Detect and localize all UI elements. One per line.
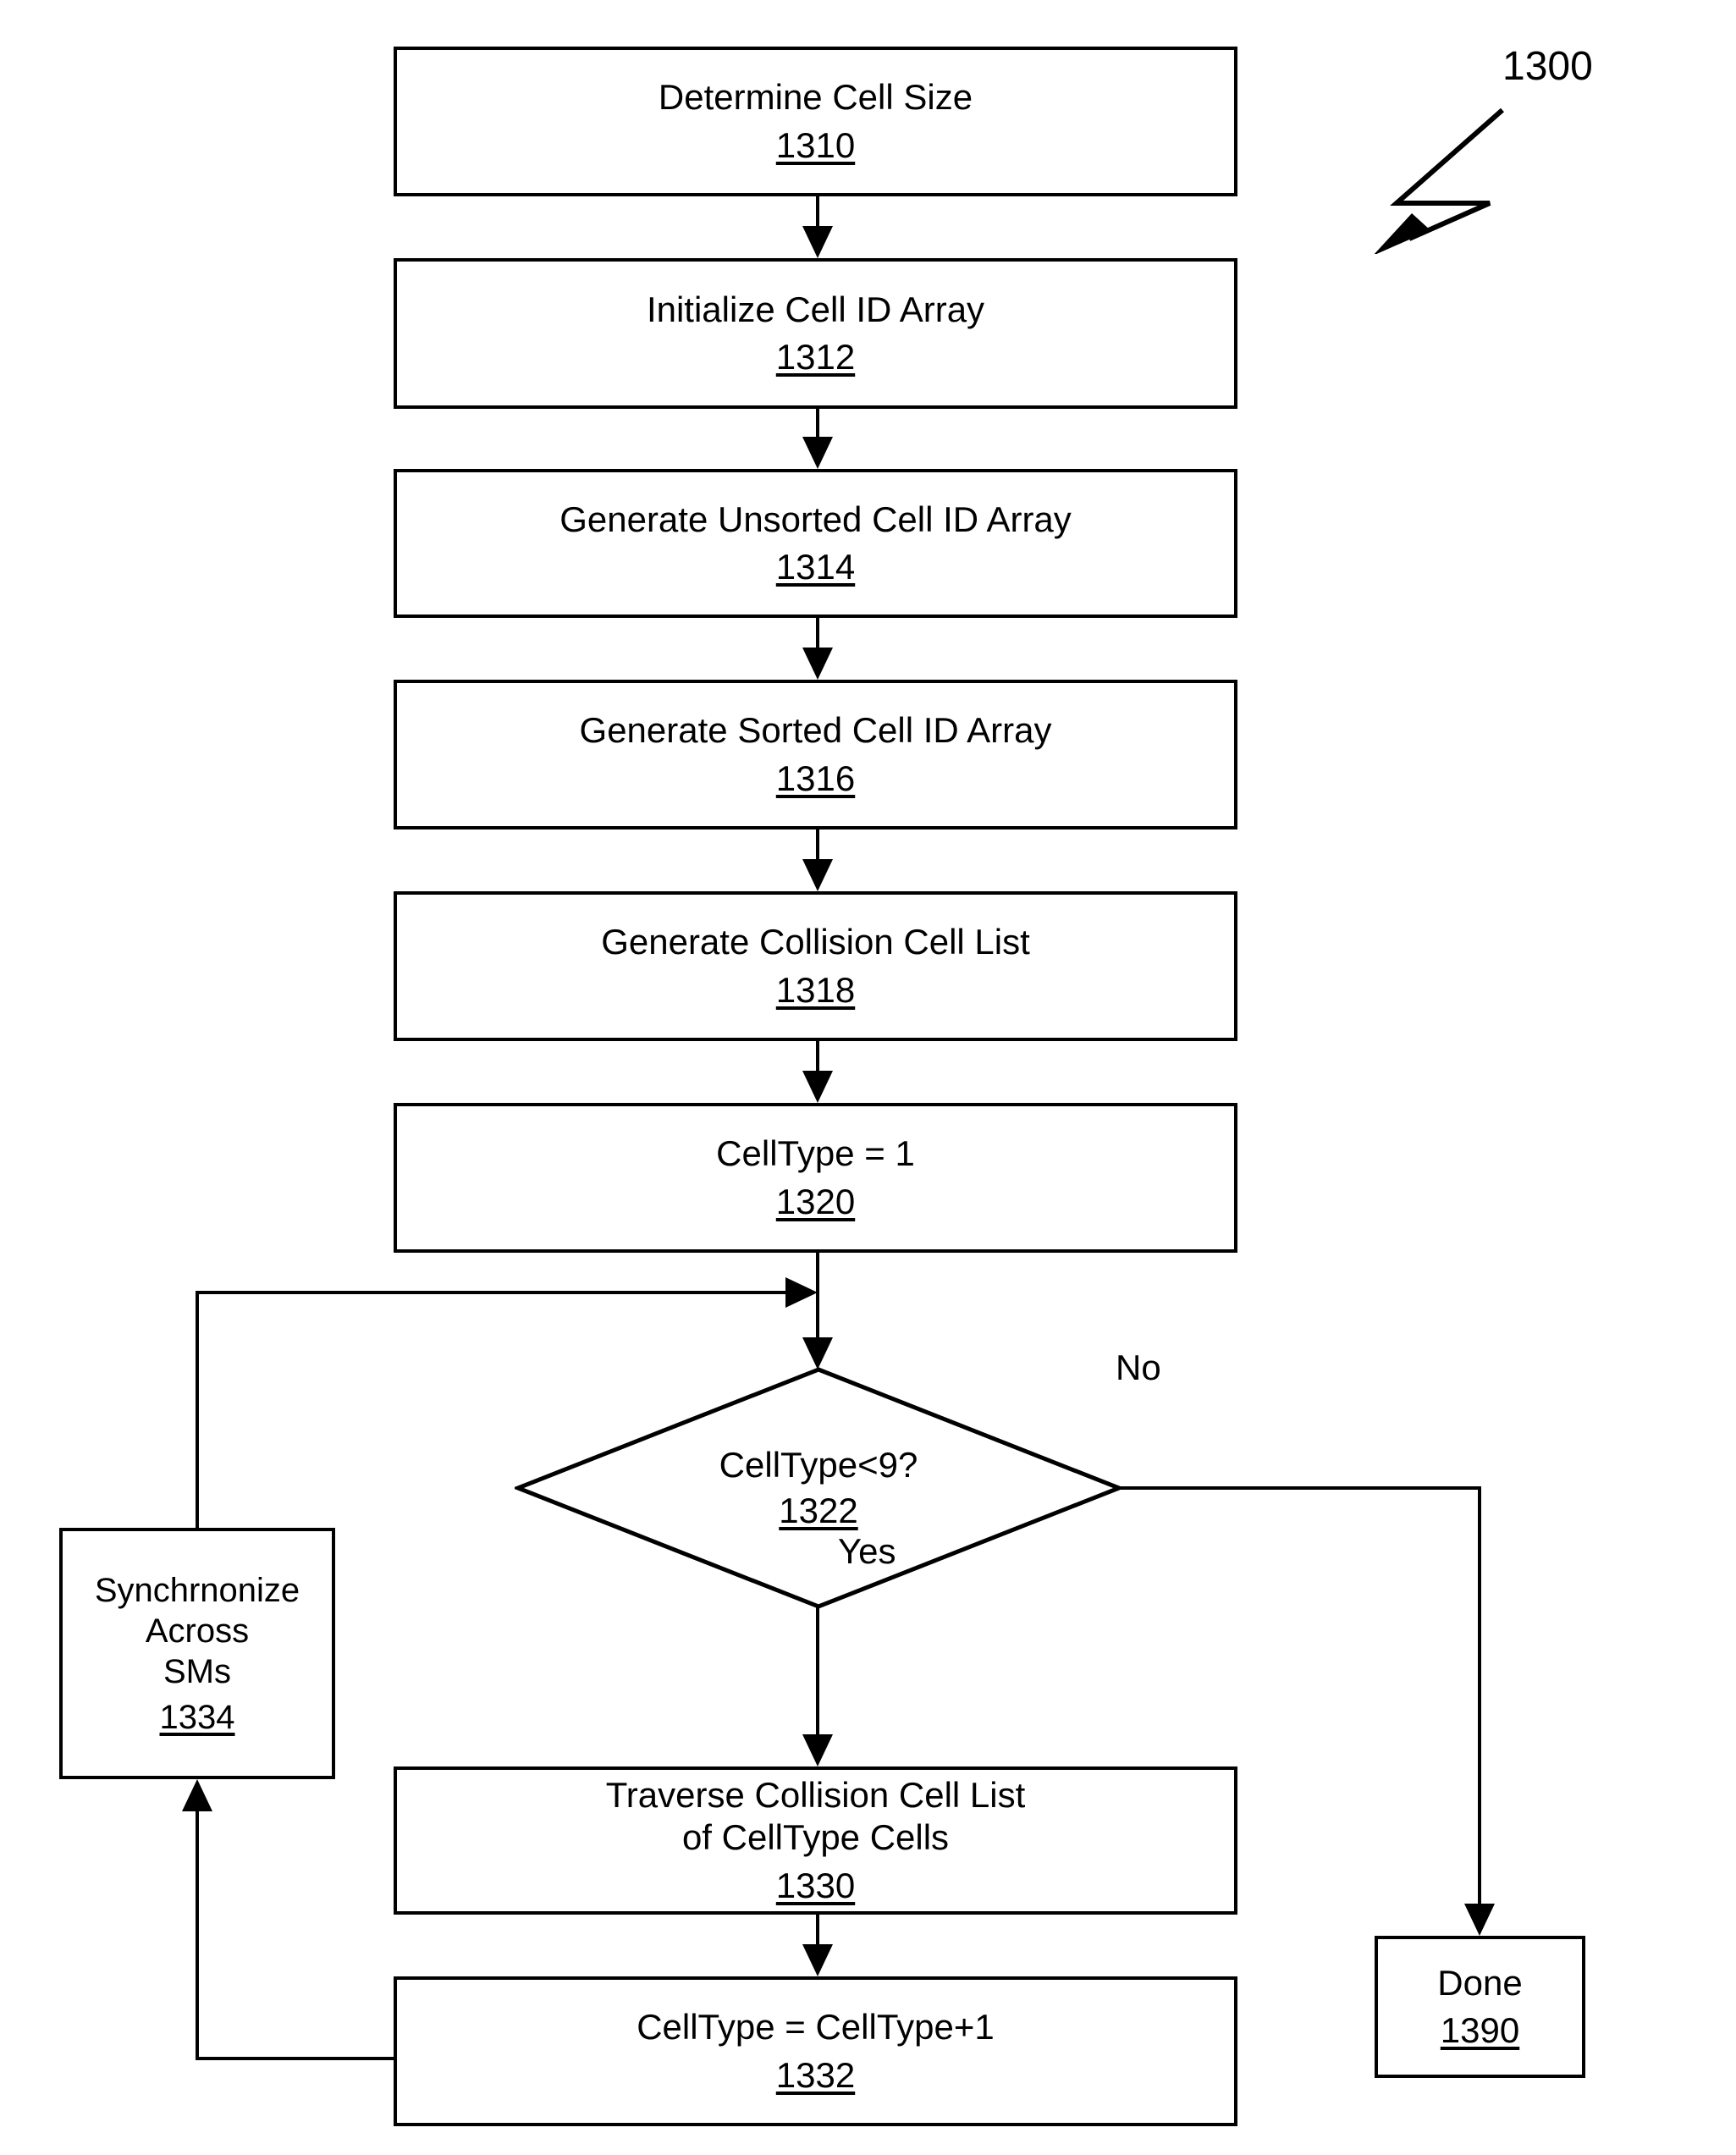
arrowhead-1334-loopback: [785, 1277, 818, 1308]
arrowhead-1320-1322: [802, 1337, 833, 1370]
node-label: Synchrnonize Across SMs: [94, 1571, 300, 1690]
node-label: CellType = 1: [716, 1133, 915, 1174]
connector-1332-1334: [196, 1803, 394, 2060]
diamond-shape: [515, 1367, 1122, 1609]
terminator-box-done[interactable]: Done 1390: [1375, 1936, 1585, 2078]
arrowhead-1310-1312: [802, 226, 833, 258]
process-box-celltype-increment[interactable]: CellType = CellType+1 1332: [394, 1976, 1237, 2126]
node-reference: 1314: [775, 547, 856, 587]
lightning-bolt-pointer-icon: [1374, 107, 1504, 254]
node-reference: 1316: [775, 758, 856, 798]
node-reference: 1390: [1440, 2010, 1520, 2050]
arrowhead-1330-1332: [802, 1944, 833, 1976]
decision-diamond-celltype-less-than-9[interactable]: CellType<9? 1322: [515, 1366, 1122, 1610]
process-box-determine-cell-size[interactable]: Determine Cell Size 1310: [394, 47, 1237, 196]
node-reference: 1332: [775, 2054, 856, 2095]
arrowhead-1332-1334: [182, 1779, 212, 1811]
process-box-generate-sorted-cell-id-array[interactable]: Generate Sorted Cell ID Array 1316: [394, 680, 1237, 829]
node-reference: 1320: [775, 1181, 856, 1221]
edge-label-no: No: [1116, 1348, 1161, 1387]
node-label: Done: [1437, 1962, 1523, 2003]
node-label: Traverse Collision Cell List of CellType…: [605, 1774, 1026, 1858]
node-reference: 1330: [775, 1865, 856, 1905]
flowchart-figure: 1300 Determine Cell Size 1310 Initialize…: [0, 0, 1736, 2155]
arrowhead-1316-1318: [802, 859, 833, 891]
node-label: CellType = CellType+1: [637, 2007, 995, 2048]
arrowhead-1322-yes-1330: [802, 1734, 833, 1766]
node-label: Determine Cell Size: [658, 77, 973, 118]
node-reference: 1318: [775, 969, 856, 1010]
process-box-synchronize-across-sms[interactable]: Synchrnonize Across SMs 1334: [59, 1528, 335, 1779]
process-box-generate-collision-cell-list[interactable]: Generate Collision Cell List 1318: [394, 891, 1237, 1041]
figure-reference-numeral: 1300: [1502, 44, 1593, 89]
node-label: Initialize Cell ID Array: [646, 289, 985, 329]
arrowhead-1314-1316: [802, 648, 833, 680]
node-label: Generate Sorted Cell ID Array: [579, 710, 1052, 751]
process-box-traverse-collision-cell-list[interactable]: Traverse Collision Cell List of CellType…: [394, 1766, 1237, 1915]
node-reference: 1334: [159, 1698, 235, 1736]
process-box-generate-unsorted-cell-id-array[interactable]: Generate Unsorted Cell ID Array 1314: [394, 469, 1237, 618]
process-box-initialize-cell-id-array[interactable]: Initialize Cell ID Array 1312: [394, 258, 1237, 409]
arrowhead-1318-1320: [802, 1071, 833, 1103]
node-label: Generate Collision Cell List: [601, 922, 1030, 962]
arrowhead-1322-no-1390: [1464, 1904, 1495, 1936]
node-reference: 1310: [775, 124, 856, 165]
node-reference: 1312: [775, 337, 856, 377]
arrowhead-1312-1314: [802, 437, 833, 469]
edge-label-yes: Yes: [838, 1531, 896, 1571]
node-label: Generate Unsorted Cell ID Array: [559, 499, 1072, 539]
process-box-celltype-init[interactable]: CellType = 1 1320: [394, 1103, 1237, 1253]
